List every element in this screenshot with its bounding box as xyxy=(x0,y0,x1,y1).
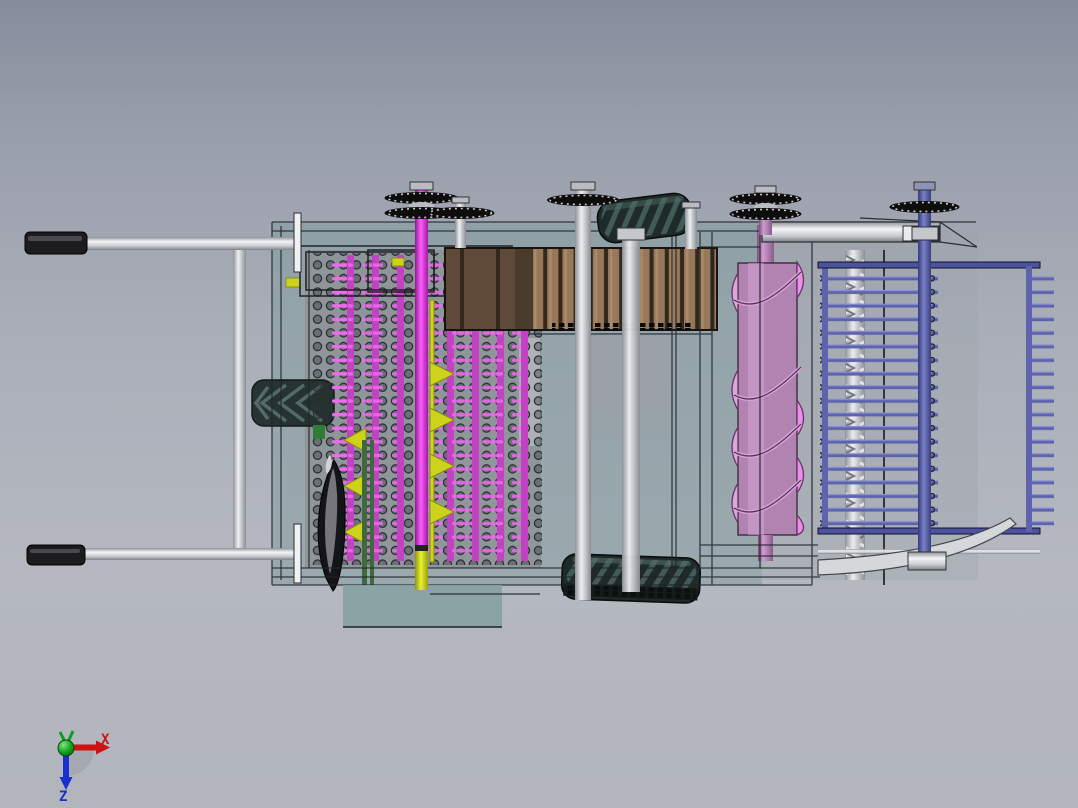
tine-bar-left[interactable] xyxy=(822,268,828,530)
tine-row-right[interactable] xyxy=(1032,274,1054,526)
shaft-cap xyxy=(681,201,701,209)
belt-slat-line xyxy=(460,248,464,330)
auger[interactable] xyxy=(731,225,805,561)
z-axis-label: Z xyxy=(59,789,67,805)
shaft-cap xyxy=(754,185,777,194)
cad-viewport[interactable]: X Z xyxy=(0,0,1078,808)
mount-flange-bottom xyxy=(293,523,302,584)
green-bar xyxy=(370,440,374,585)
model-canvas[interactable]: X Z xyxy=(0,0,1078,808)
shaft[interactable] xyxy=(685,205,697,249)
flight xyxy=(391,257,405,267)
x-axis-label: X xyxy=(101,732,110,748)
shaft[interactable] xyxy=(575,185,591,600)
shaft-cap xyxy=(451,196,470,204)
handle-cross-tube[interactable] xyxy=(233,246,246,551)
yellow-shaft-end[interactable] xyxy=(415,548,428,590)
comb-bar[interactable] xyxy=(1026,266,1032,532)
flight xyxy=(285,277,301,288)
handle-grip-top[interactable] xyxy=(24,231,88,255)
handle-tube-top[interactable] xyxy=(84,237,300,250)
sprocket[interactable] xyxy=(889,201,960,213)
right-comb[interactable] xyxy=(1026,266,1054,532)
pin-shaft-column[interactable] xyxy=(373,255,404,561)
shaft-cap xyxy=(570,181,596,191)
handle-tube-bottom[interactable] xyxy=(82,548,300,560)
mount-flange-top xyxy=(293,212,302,273)
green-gear xyxy=(313,425,325,439)
sprocket[interactable] xyxy=(426,207,495,219)
shaft-collar xyxy=(616,227,646,241)
shaft[interactable] xyxy=(415,186,428,548)
shaft-collar xyxy=(911,226,939,241)
pin-shaft[interactable] xyxy=(397,255,404,561)
tine-end-dots xyxy=(930,272,937,532)
shaft-cap xyxy=(913,181,936,191)
shaft-cap xyxy=(409,181,434,191)
sprocket[interactable] xyxy=(729,208,802,220)
triad-origin-ball xyxy=(57,739,75,757)
green-bar xyxy=(362,440,367,585)
grip-highlight xyxy=(30,549,80,553)
shaft-collar xyxy=(415,545,428,551)
grip-highlight xyxy=(28,236,82,241)
lower-shield-plate[interactable] xyxy=(343,585,502,627)
belt-divider xyxy=(515,248,533,330)
handle-grip-bottom[interactable] xyxy=(26,544,86,566)
pin-row xyxy=(373,255,397,561)
pin-row xyxy=(348,255,372,561)
shaft[interactable] xyxy=(622,232,640,592)
belt-slat-line xyxy=(496,248,500,330)
shaft-foot xyxy=(907,551,947,571)
sprocket[interactable] xyxy=(547,194,619,206)
axis-triad: X Z xyxy=(57,730,110,805)
